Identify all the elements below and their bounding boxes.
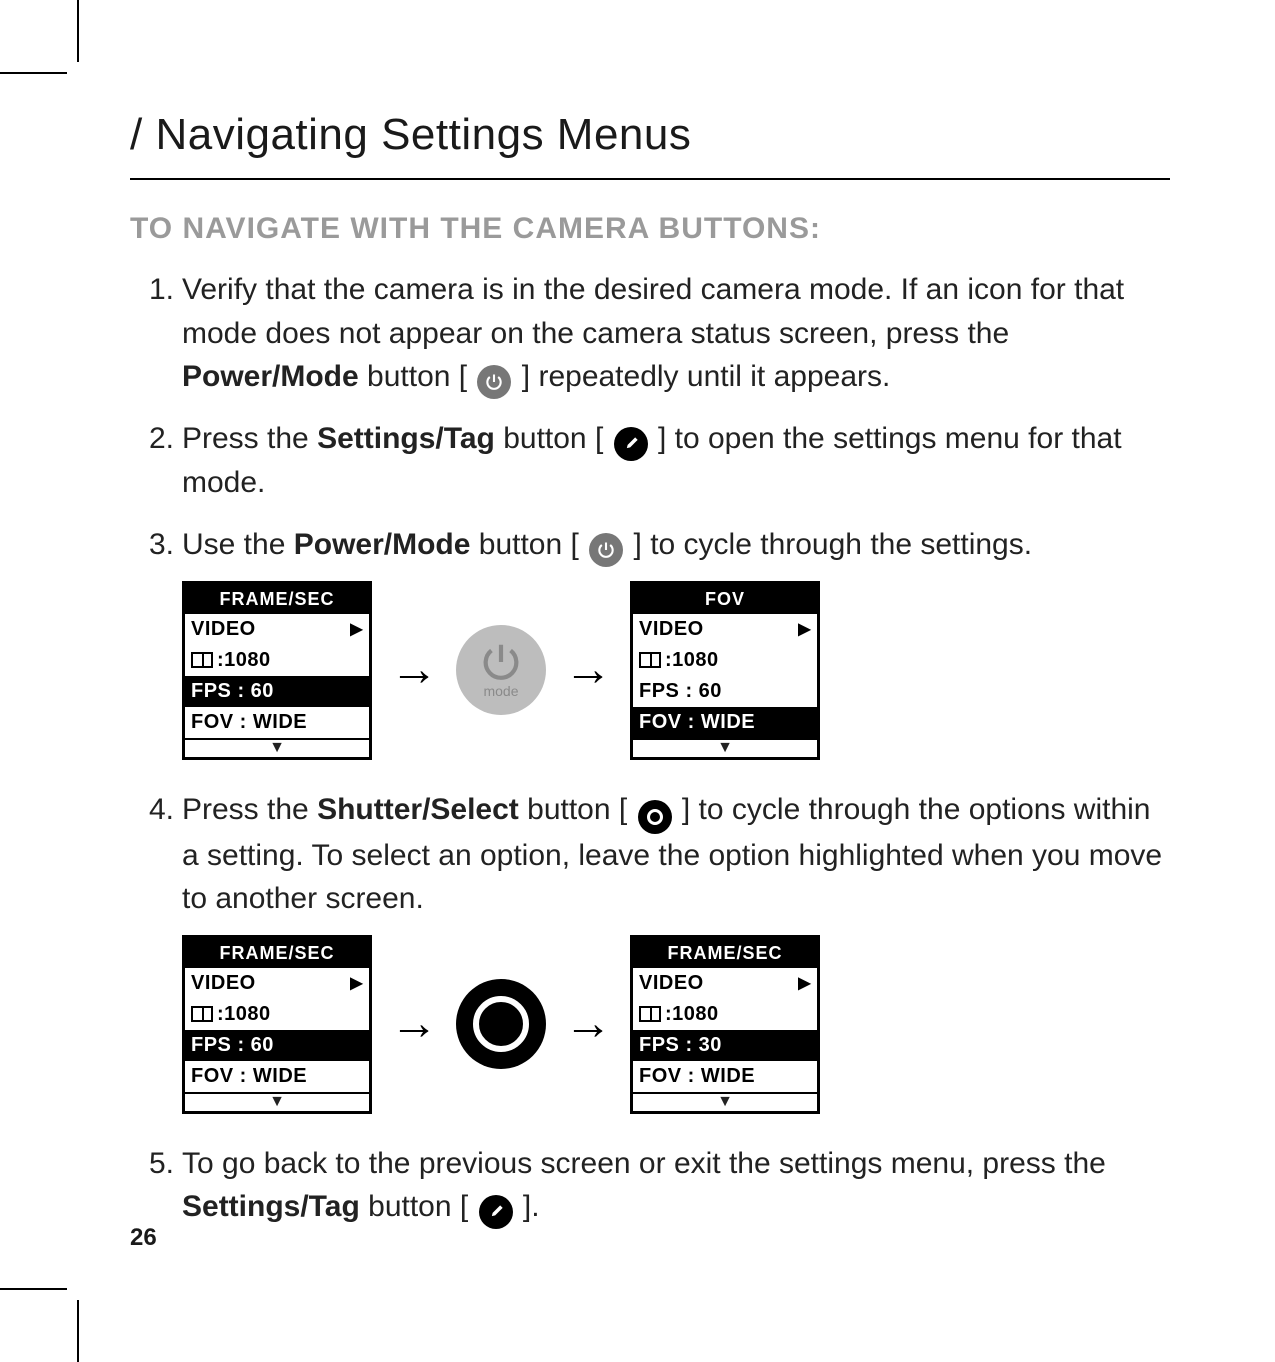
- step-text: To go back to the previous screen or exi…: [182, 1147, 1106, 1180]
- lcd-header: FRAME/SEC: [185, 584, 369, 614]
- step-text: Use the: [182, 528, 294, 561]
- lcd-row-fov-selected: FOV : WIDE: [633, 707, 817, 738]
- section-heading: TO NAVIGATE WITH THE CAMERA BUTTONS:: [130, 212, 1170, 246]
- shutter-select-label: Shutter/Select: [317, 793, 519, 826]
- lcd-header: FRAME/SEC: [633, 938, 817, 968]
- lcd-row-fov: FOV : WIDE: [185, 707, 369, 738]
- arrow-right-icon: →: [390, 989, 438, 1059]
- lcd-footer: ▼: [185, 738, 369, 757]
- shutter-button-graphic: [456, 979, 546, 1069]
- crop-mark: [77, 0, 79, 62]
- step-5: 5. To go back to the previous screen or …: [182, 1142, 1170, 1230]
- mode-button-graphic: mode: [456, 625, 546, 715]
- lcd-footer: ▼: [633, 738, 817, 757]
- lcd-diagram-1: FRAME/SEC VIDEO▶ :1080 FPS : 60 FOV : WI…: [182, 581, 1170, 760]
- lcd-row-res: :1080: [633, 645, 817, 676]
- steps-list: 1. Verify that the camera is in the desi…: [130, 268, 1170, 1229]
- step-text: button [: [495, 422, 612, 455]
- step-text: button [: [360, 1190, 477, 1223]
- settings-tag-icon: [614, 427, 648, 461]
- lcd-screen: FRAME/SEC VIDEO▶ :1080 FPS : 60 FOV : WI…: [182, 935, 372, 1114]
- step-number: 3.: [130, 523, 174, 567]
- lcd-row-video: VIDEO▶: [185, 614, 369, 645]
- arrow-right-icon: →: [564, 635, 612, 705]
- lcd-row-video: VIDEO▶: [633, 968, 817, 999]
- lcd-footer: ▼: [633, 1092, 817, 1111]
- step-number: 4.: [130, 788, 174, 832]
- lcd-screen: FRAME/SEC VIDEO▶ :1080 FPS : 60 FOV : WI…: [182, 581, 372, 760]
- lcd-row-res: :1080: [633, 999, 817, 1030]
- crop-mark: [0, 72, 67, 74]
- lcd-row-fov: FOV : WIDE: [185, 1061, 369, 1092]
- lcd-row-video: VIDEO▶: [633, 614, 817, 645]
- lcd-row-fps-selected: FPS : 30: [633, 1030, 817, 1061]
- mode-button-label: mode: [483, 681, 518, 701]
- step-1: 1. Verify that the camera is in the desi…: [182, 268, 1170, 399]
- lcd-screen: FOV VIDEO▶ :1080 FPS : 60 FOV : WIDE ▼: [630, 581, 820, 760]
- power-mode-icon: [477, 365, 511, 399]
- lcd-row-fov: FOV : WIDE: [633, 1061, 817, 1092]
- lcd-screen: FRAME/SEC VIDEO▶ :1080 FPS : 30 FOV : WI…: [630, 935, 820, 1114]
- step-text: button [: [359, 360, 476, 393]
- page-number: 26: [130, 1224, 157, 1252]
- step-text: Verify that the camera is in the desired…: [182, 273, 1124, 350]
- arrow-right-icon: →: [564, 989, 612, 1059]
- step-4: 4. Press the Shutter/Select button [ ] t…: [182, 788, 1170, 1114]
- step-number: 5.: [130, 1142, 174, 1186]
- crop-mark: [0, 1288, 67, 1290]
- settings-tag-label: Settings/Tag: [317, 422, 495, 455]
- step-text: Press the: [182, 422, 317, 455]
- settings-tag-label: Settings/Tag: [182, 1190, 360, 1223]
- step-text: ].: [515, 1190, 540, 1223]
- step-text: button [: [519, 793, 636, 826]
- step-text: Press the: [182, 793, 317, 826]
- lcd-row-res: :1080: [185, 645, 369, 676]
- page: / Navigating Settings Menus TO NAVIGATE …: [0, 0, 1275, 1362]
- content-area: / Navigating Settings Menus TO NAVIGATE …: [130, 110, 1170, 1247]
- lcd-footer: ▼: [185, 1092, 369, 1111]
- step-3: 3. Use the Power/Mode button [ ] to cycl…: [182, 523, 1170, 760]
- lcd-row-fps: FPS : 60: [633, 676, 817, 707]
- lcd-row-fps-selected: FPS : 60: [185, 1030, 369, 1061]
- lcd-row-fps-selected: FPS : 60: [185, 676, 369, 707]
- step-number: 1.: [130, 268, 174, 312]
- crop-mark: [77, 1300, 79, 1362]
- step-number: 2.: [130, 417, 174, 461]
- power-mode-label: Power/Mode: [182, 360, 359, 393]
- shutter-select-icon: [638, 800, 672, 834]
- step-text: button [: [470, 528, 587, 561]
- lcd-header: FOV: [633, 584, 817, 614]
- power-mode-label: Power/Mode: [294, 528, 471, 561]
- step-2: 2. Press the Settings/Tag button [ ] to …: [182, 417, 1170, 505]
- lcd-row-video: VIDEO▶: [185, 968, 369, 999]
- page-title: / Navigating Settings Menus: [130, 110, 1170, 180]
- step-text: ] to cycle through the settings.: [625, 528, 1032, 561]
- lcd-row-res: :1080: [185, 999, 369, 1030]
- lcd-header: FRAME/SEC: [185, 938, 369, 968]
- power-mode-icon: [589, 533, 623, 567]
- lcd-diagram-2: FRAME/SEC VIDEO▶ :1080 FPS : 60 FOV : WI…: [182, 935, 1170, 1114]
- settings-tag-icon: [479, 1195, 513, 1229]
- step-text: ] repeatedly until it appears.: [513, 360, 890, 393]
- arrow-right-icon: →: [390, 635, 438, 705]
